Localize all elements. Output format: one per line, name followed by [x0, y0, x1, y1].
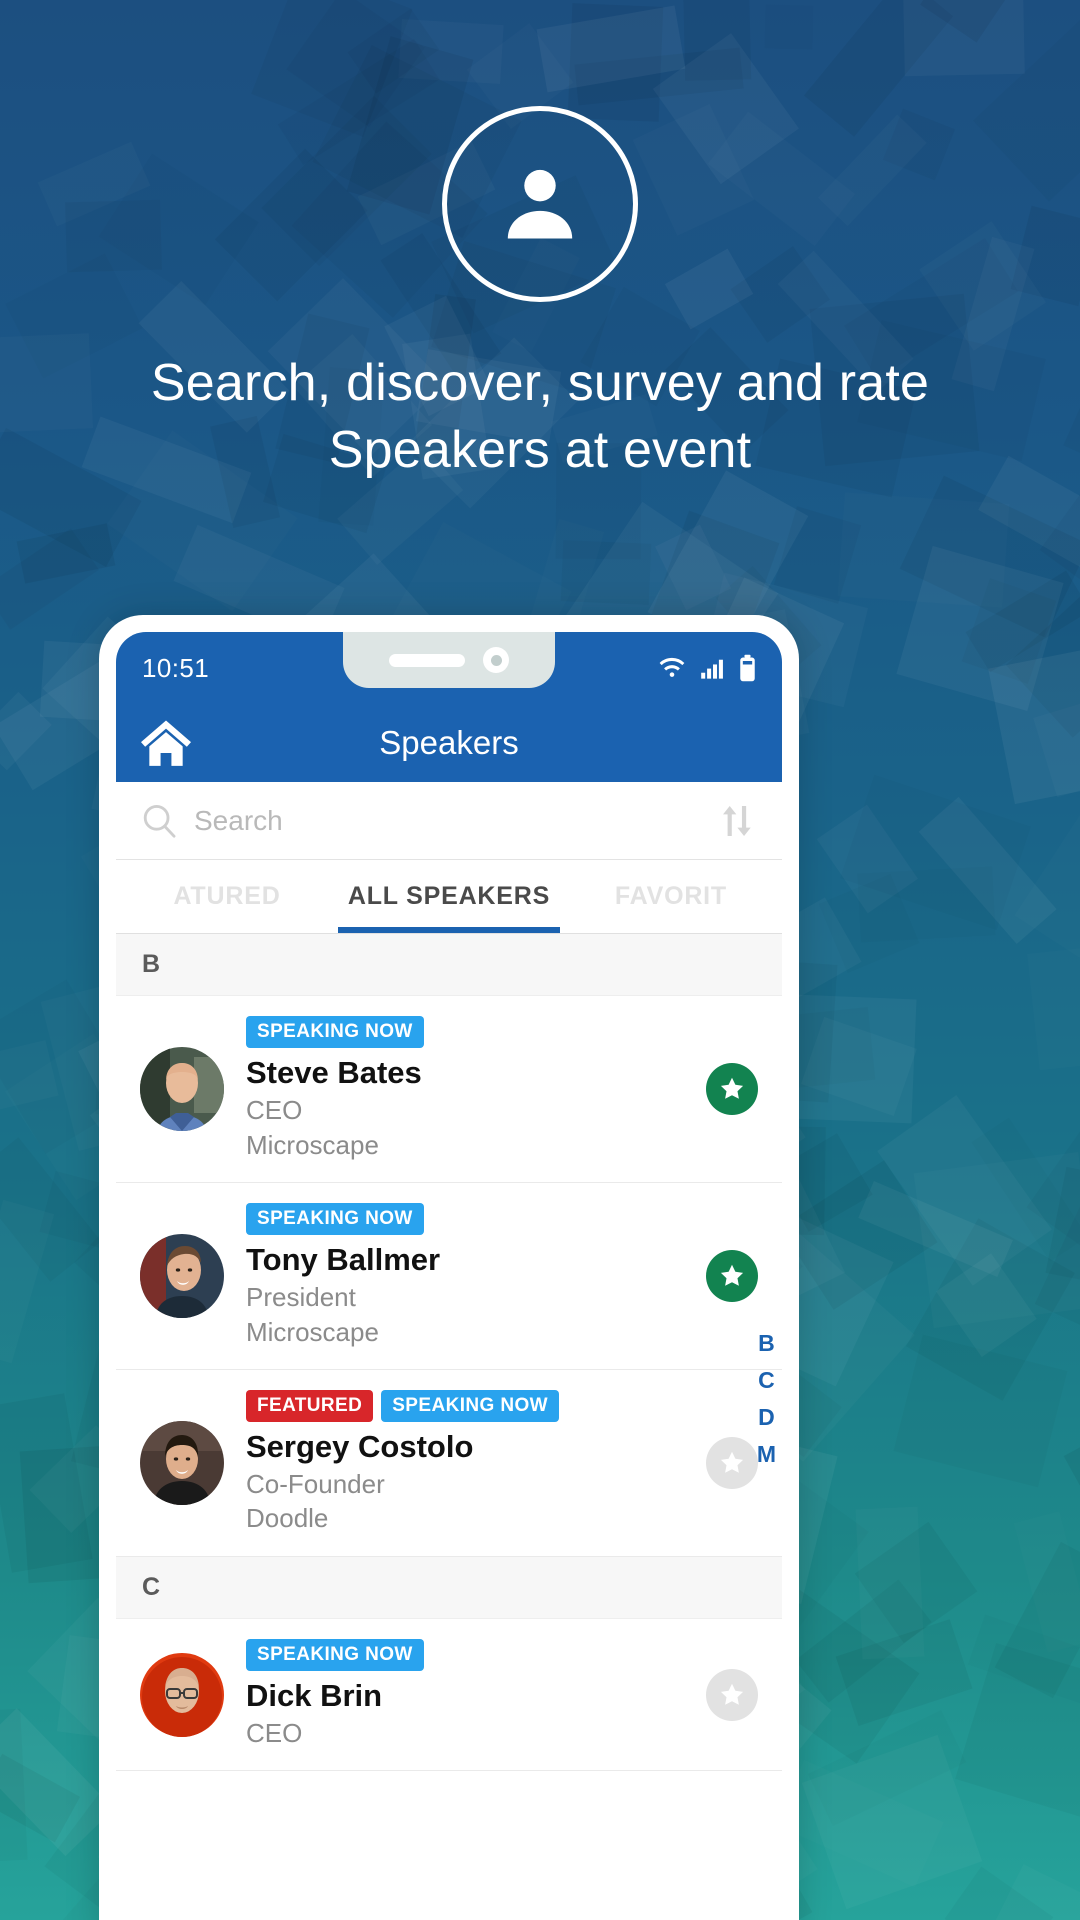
speaker-list: B SPEAKING NOW Steve Bates CEO Microscap…: [116, 934, 782, 1772]
hero-section: Search, discover, survey and rate Speake…: [0, 0, 1080, 483]
avatar: [140, 1046, 224, 1131]
speaker-photo-steve-bates: [140, 1046, 224, 1131]
alpha-index-item-m[interactable]: M: [757, 1443, 776, 1466]
cellular-signal-icon: [701, 659, 723, 679]
tab-bar[interactable]: ATURED ALL SPEAKERS FAVORIT: [116, 860, 782, 934]
phone-notch: [343, 632, 555, 688]
favorite-button[interactable]: [706, 1062, 758, 1115]
tab-active-underline: [337, 927, 560, 933]
list-item[interactable]: SPEAKING NOW Tony Ballmer President Micr…: [116, 1183, 782, 1370]
star-icon: [720, 1683, 744, 1705]
speaker-role: CEO: [246, 1718, 303, 1749]
speaker-info: SPEAKING NOW Steve Bates CEO Microscape: [246, 1016, 690, 1162]
avatar: [140, 1233, 224, 1318]
nav-bar: Speakers: [116, 704, 782, 782]
badge-group: SPEAKING NOW: [246, 1638, 690, 1671]
list-item[interactable]: SPEAKING NOW Steve Bates CEO Microscape: [116, 996, 782, 1183]
speaker-role: CEO: [246, 1095, 303, 1126]
star-icon: [720, 1451, 744, 1473]
search-icon: [143, 804, 176, 838]
featured-badge: FEATURED: [246, 1389, 374, 1422]
speaker-photo-dick-brin: [140, 1652, 224, 1737]
favorite-button[interactable]: [706, 1249, 758, 1302]
sort-icon: [723, 805, 751, 836]
home-button[interactable]: [138, 717, 196, 769]
tab-favorites[interactable]: FAVORIT: [560, 860, 782, 933]
speaker-role: Co-Founder: [246, 1469, 385, 1500]
tab-featured[interactable]: ATURED: [116, 860, 338, 933]
hero-headline: Search, discover, survey and rate Speake…: [150, 354, 930, 479]
battery-icon: [740, 654, 755, 682]
speaker-name: Tony Ballmer: [246, 1241, 441, 1277]
speaker-name: Sergey Costolo: [246, 1428, 474, 1464]
speaker-info: SPEAKING NOW Tony Ballmer President Micr…: [246, 1202, 690, 1349]
promo-screenshot: Search, discover, survey and rate Speake…: [0, 0, 1080, 1920]
status-badge: SPEAKING NOW: [381, 1389, 559, 1422]
section-header: B: [116, 934, 782, 996]
earpiece-speaker: [389, 653, 465, 667]
avatar: [140, 1420, 224, 1505]
alpha-index-item-c[interactable]: C: [758, 1369, 775, 1392]
badge-group: FEATURED SPEAKING NOW: [246, 1389, 690, 1422]
alpha-index-item-b[interactable]: B: [758, 1332, 775, 1355]
star-icon: [720, 1077, 744, 1099]
sort-button[interactable]: [714, 799, 758, 843]
speaker-name: Steve Bates: [246, 1055, 422, 1090]
tab-all-speakers[interactable]: ALL SPEAKERS: [338, 860, 560, 933]
speaker-name: Dick Brin: [246, 1677, 383, 1713]
badge-group: SPEAKING NOW: [246, 1016, 690, 1048]
phone-mockup: 10:51 Speakers Search ATURED ALL SPEAKER…: [99, 615, 799, 1920]
page-title: Speakers: [379, 724, 519, 761]
avatar: [140, 1652, 224, 1737]
status-icons: [657, 654, 756, 682]
badge-group: SPEAKING NOW: [246, 1202, 690, 1235]
star-icon: [720, 1264, 744, 1286]
favorite-button[interactable]: [706, 1668, 758, 1721]
speaker-org: Microscape: [246, 1316, 379, 1347]
status-clock: 10:51: [142, 652, 210, 683]
status-badge: SPEAKING NOW: [246, 1016, 424, 1048]
speaker-photo-sergey-costolo: [140, 1420, 224, 1505]
speaker-org: Microscape: [246, 1129, 379, 1160]
speaker-org: Doodle: [246, 1503, 329, 1534]
wifi-icon: [659, 657, 685, 677]
phone-screen: 10:51 Speakers Search ATURED ALL SPEAKER…: [116, 632, 782, 1920]
section-header: C: [116, 1556, 782, 1619]
search-input[interactable]: [194, 804, 698, 837]
front-camera: [483, 647, 509, 673]
list-item[interactable]: FEATURED SPEAKING NOW Sergey Costolo Co-…: [116, 1370, 782, 1557]
speaker-photo-tony-ballmer: [140, 1233, 224, 1318]
home-icon: [141, 720, 191, 766]
list-item[interactable]: SPEAKING NOW Dick Brin CEO: [116, 1619, 782, 1772]
alpha-index-item-d[interactable]: D: [758, 1406, 775, 1429]
speaker-info: FEATURED SPEAKING NOW Sergey Costolo Co-…: [246, 1389, 690, 1536]
favorite-button[interactable]: [706, 1436, 758, 1489]
status-badge: SPEAKING NOW: [246, 1202, 424, 1235]
status-bar: 10:51: [116, 632, 782, 704]
alphabet-index[interactable]: B C D M: [757, 1332, 776, 1466]
search-bar[interactable]: [116, 782, 782, 860]
status-badge: SPEAKING NOW: [246, 1638, 424, 1671]
avatar-ring: [442, 106, 638, 302]
speaker-role: President: [246, 1282, 356, 1313]
person-icon: [507, 169, 573, 239]
speaker-info: SPEAKING NOW Dick Brin CEO: [246, 1638, 690, 1751]
